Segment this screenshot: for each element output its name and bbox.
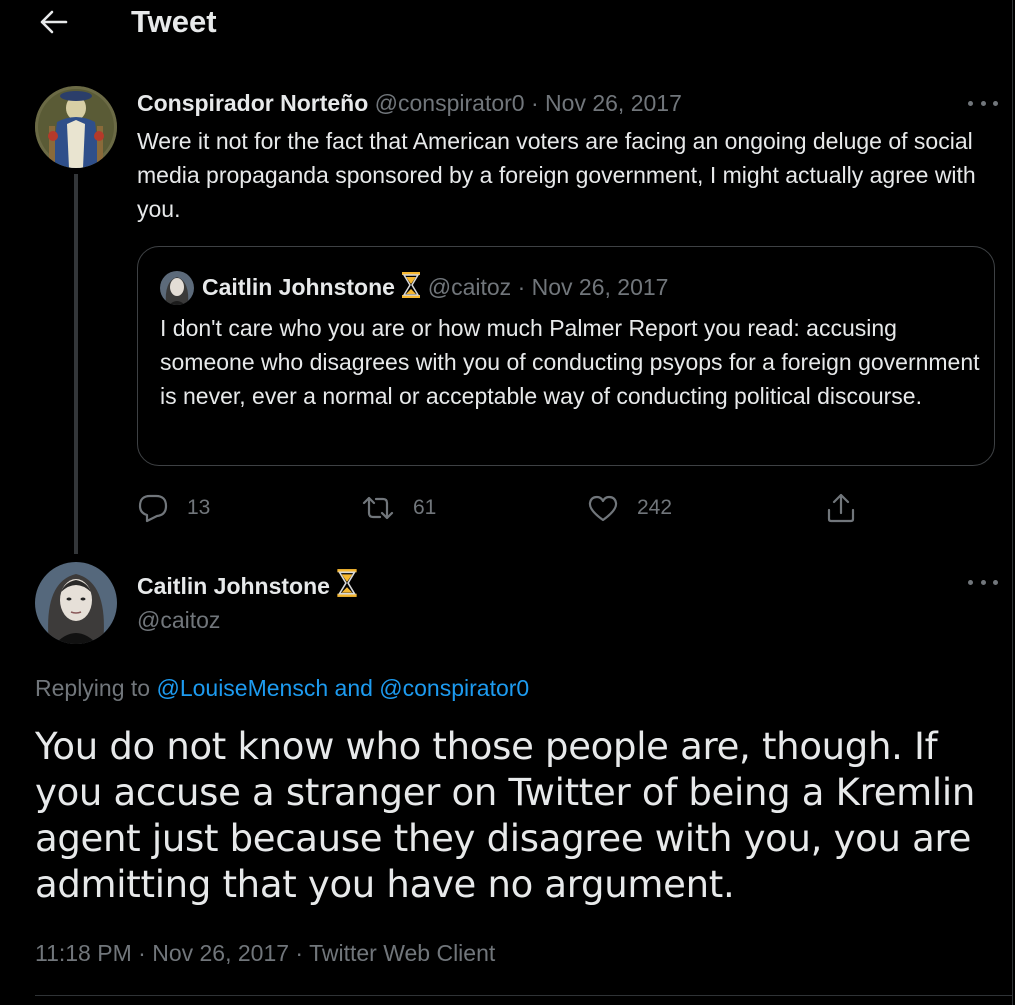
avatar-caitoz[interactable]	[35, 562, 117, 644]
replying-prefix: Replying to	[35, 675, 151, 701]
heart-icon	[588, 495, 618, 522]
replying-user-1-label: @LouiseMensch	[156, 675, 329, 701]
timestamp-separator-1: ·	[138, 940, 146, 966]
avatar-image	[35, 86, 117, 168]
tweet-date[interactable]: Nov 26, 2017	[152, 940, 289, 966]
like-count: 242	[637, 496, 673, 519]
quote-author-handle: @caitoz	[427, 274, 512, 300]
parent-author-name[interactable]: Conspirador Norteño	[137, 90, 368, 116]
main-author-name-row: Caitlin Johnstone	[137, 568, 358, 602]
thread-connector-line	[74, 174, 78, 554]
tweet-actions-bar: 13 61 242	[137, 488, 897, 528]
reply-count: 13	[187, 496, 211, 519]
more-horizontal-icon[interactable]	[968, 97, 998, 109]
arrow-left-icon	[40, 10, 68, 34]
main-tweet-text: You do not know who those people are, th…	[35, 725, 976, 906]
replying-and-label: and	[334, 675, 373, 701]
quote-separator: ·	[517, 274, 526, 300]
quote-author-name: Caitlin Johnstone	[202, 274, 395, 300]
timestamp-separator-2: ·	[295, 940, 304, 966]
reply-bubble-icon	[138, 494, 168, 523]
parent-author-handle[interactable]: @conspirator0	[375, 90, 525, 116]
like-button[interactable]: 242	[587, 488, 672, 528]
retweet-count: 61	[413, 496, 437, 519]
tweet-client[interactable]: Twitter Web Client	[309, 940, 495, 966]
quote-header: Caitlin Johnstone @caitoz · Nov 26, 2017	[202, 271, 668, 303]
page-header: Tweet	[0, 0, 1012, 48]
tweet-time[interactable]: 11:18 PM	[35, 940, 132, 966]
main-author-name[interactable]: Caitlin Johnstone	[137, 573, 330, 599]
page-title: Tweet	[131, 4, 217, 39]
more-horizontal-icon[interactable]	[968, 576, 998, 588]
share-icon	[827, 493, 855, 523]
retweet-icon	[362, 496, 394, 520]
quote-text: I don't care who you are or how much Pal…	[160, 315, 980, 409]
quoted-tweet[interactable]: Caitlin Johnstone @caitoz · Nov 26, 2017…	[137, 246, 995, 466]
parent-separator: ·	[530, 90, 539, 116]
hourglass-icon	[337, 569, 357, 597]
replying-to-user-louisemensch[interactable]: @LouiseMensch and @conspirator0	[156, 675, 529, 701]
tweet-page: Tweet Conspirador Norteño @conspirator0 …	[0, 0, 1013, 1005]
tweet-timestamp: 11:18 PM · Nov 26, 2017 · Twitter Web Cl…	[35, 936, 495, 970]
parent-tweet-header: Conspirador Norteño @conspirator0 · Nov …	[137, 88, 682, 118]
hourglass-icon	[402, 272, 421, 298]
parent-tweet-text: Were it not for the fact that American v…	[137, 128, 976, 222]
avatar-image	[160, 271, 194, 305]
share-button[interactable]	[825, 488, 857, 528]
quote-avatar	[160, 271, 194, 305]
reply-button[interactable]: 13	[137, 488, 210, 528]
replying-to-line: Replying to @LouiseMensch and @conspirat…	[35, 672, 529, 704]
retweet-button[interactable]: 61	[361, 488, 436, 528]
avatar-image	[35, 562, 117, 644]
back-button[interactable]	[34, 2, 74, 42]
quote-date: Nov 26, 2017	[531, 274, 669, 300]
avatar-conspirator[interactable]	[35, 86, 117, 168]
replying-user-2-label: @conspirator0	[379, 675, 530, 701]
divider	[35, 995, 1012, 996]
parent-tweet-date[interactable]: Nov 26, 2017	[545, 90, 682, 116]
main-author-handle[interactable]: @caitoz	[137, 604, 220, 636]
